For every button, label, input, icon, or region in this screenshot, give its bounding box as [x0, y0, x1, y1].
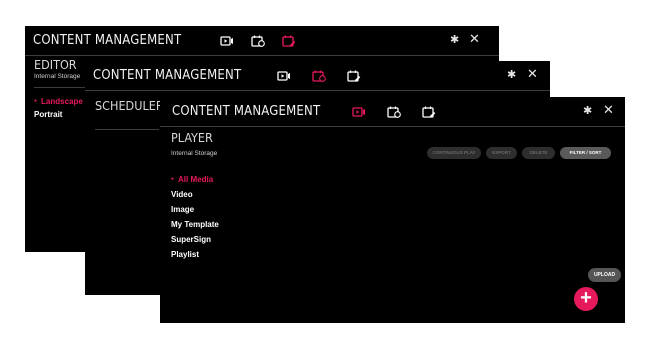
menu-item-landscape[interactable]: Landscape [34, 97, 83, 106]
export-button[interactable]: EXPORT [486, 147, 517, 159]
app-title: CONTENT MANAGEMENT [172, 104, 321, 119]
gear-icon[interactable]: ✱ [583, 105, 592, 117]
editor-titlebar: CONTENT MANAGEMENT ✱ ✕ [25, 26, 499, 56]
section-title: EDITOR [34, 57, 77, 72]
section-title: SCHEDULER [95, 98, 164, 113]
editor-icon[interactable] [347, 70, 361, 82]
upload-tooltip: UPLOAD [588, 268, 621, 282]
divider [95, 129, 159, 130]
storage-subtitle: Internal Storage [171, 150, 218, 157]
editor-icon[interactable] [282, 35, 296, 47]
add-content-button[interactable]: + [574, 287, 598, 311]
menu-item-all-media[interactable]: All Media [171, 175, 213, 184]
menu-item-video[interactable]: Video [171, 190, 193, 199]
plus-icon: + [580, 287, 592, 309]
storage-subtitle: Internal Storage [34, 73, 81, 80]
gear-icon[interactable]: ✱ [450, 34, 459, 46]
scheduler-titlebar: CONTENT MANAGEMENT ✱ ✕ [85, 61, 550, 91]
player-titlebar: CONTENT MANAGEMENT ✱ ✕ [160, 97, 625, 127]
scheduler-icon[interactable] [387, 106, 401, 118]
app-title: CONTENT MANAGEMENT [33, 33, 182, 48]
menu-item-image[interactable]: Image [171, 205, 194, 214]
continuous-play-button[interactable]: CONTINUOUS PLAY [427, 147, 481, 159]
close-icon[interactable]: ✕ [603, 103, 614, 116]
app-title: CONTENT MANAGEMENT [93, 68, 242, 83]
player-window: CONTENT MANAGEMENT ✱ ✕ PLAYER Internal S… [160, 97, 625, 323]
divider [34, 87, 85, 88]
menu-item-my-template[interactable]: My Template [171, 220, 219, 229]
delete-button[interactable]: DELETE [522, 147, 555, 159]
player-icon[interactable] [220, 35, 234, 47]
menu-item-portrait[interactable]: Portrait [34, 110, 62, 119]
menu-item-supersign[interactable]: SuperSign [171, 235, 211, 244]
close-icon[interactable]: ✕ [469, 32, 480, 45]
gear-icon[interactable]: ✱ [507, 69, 516, 81]
player-icon[interactable] [352, 106, 366, 118]
filter-sort-button[interactable]: FILTER / SORT [560, 147, 611, 159]
close-icon[interactable]: ✕ [527, 67, 538, 80]
editor-icon[interactable] [422, 106, 436, 118]
player-icon[interactable] [277, 70, 291, 82]
scheduler-icon[interactable] [251, 35, 265, 47]
scheduler-icon[interactable] [312, 70, 326, 82]
menu-item-playlist[interactable]: Playlist [171, 250, 199, 259]
section-title: PLAYER [171, 130, 213, 145]
